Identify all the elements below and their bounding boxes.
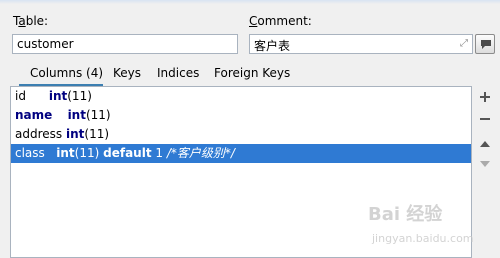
table-name-label: Table: bbox=[13, 14, 49, 28]
comment-label: Comment: bbox=[249, 14, 312, 28]
column-type: int bbox=[56, 146, 75, 160]
column-size: (11) bbox=[67, 89, 92, 103]
table-name-input[interactable]: customer bbox=[12, 34, 238, 54]
list-item[interactable]: name int(11) bbox=[11, 106, 471, 125]
list-item-selected[interactable]: class int(11) default 1 /*客户级别*/ bbox=[11, 144, 471, 163]
column-name: name bbox=[15, 108, 53, 122]
column-default-keyword: default bbox=[103, 146, 152, 160]
arrow-up-icon[interactable] bbox=[477, 137, 493, 153]
comment-input[interactable]: 客户表 ⤢ bbox=[249, 34, 473, 54]
column-size: (11) bbox=[84, 127, 110, 141]
column-comment: /*客户级别*/ bbox=[166, 146, 235, 160]
watermark-url: jingyan.baidu.com bbox=[372, 232, 474, 245]
column-name: address bbox=[15, 127, 63, 141]
tab-keys[interactable]: Keys bbox=[113, 66, 141, 80]
column-type: int bbox=[67, 108, 86, 122]
list-item[interactable]: id int(11) bbox=[11, 87, 471, 106]
column-name: id bbox=[15, 89, 26, 103]
column-type: int bbox=[48, 89, 68, 103]
list-item[interactable]: address int(11) bbox=[11, 125, 471, 144]
arrow-down-icon[interactable] bbox=[477, 157, 493, 173]
column-default-value: 1 bbox=[155, 146, 164, 160]
plus-icon[interactable] bbox=[477, 90, 493, 106]
window-top-edge bbox=[0, 0, 500, 4]
tab-columns[interactable]: Columns (4) bbox=[30, 66, 103, 80]
expand-icon[interactable]: ⤢ bbox=[460, 38, 468, 49]
column-type: int bbox=[65, 127, 85, 141]
column-size: (11) bbox=[85, 108, 111, 122]
column-size: (11) bbox=[74, 146, 100, 160]
watermark-logo: Bai 经验 bbox=[368, 204, 443, 225]
tab-indices[interactable]: Indices bbox=[157, 66, 199, 80]
tab-foreign-keys[interactable]: Foreign Keys bbox=[214, 66, 290, 80]
column-name: class bbox=[15, 146, 45, 160]
comment-button[interactable] bbox=[475, 34, 495, 54]
minus-icon[interactable] bbox=[477, 112, 493, 128]
speech-bubble-icon bbox=[481, 40, 491, 49]
